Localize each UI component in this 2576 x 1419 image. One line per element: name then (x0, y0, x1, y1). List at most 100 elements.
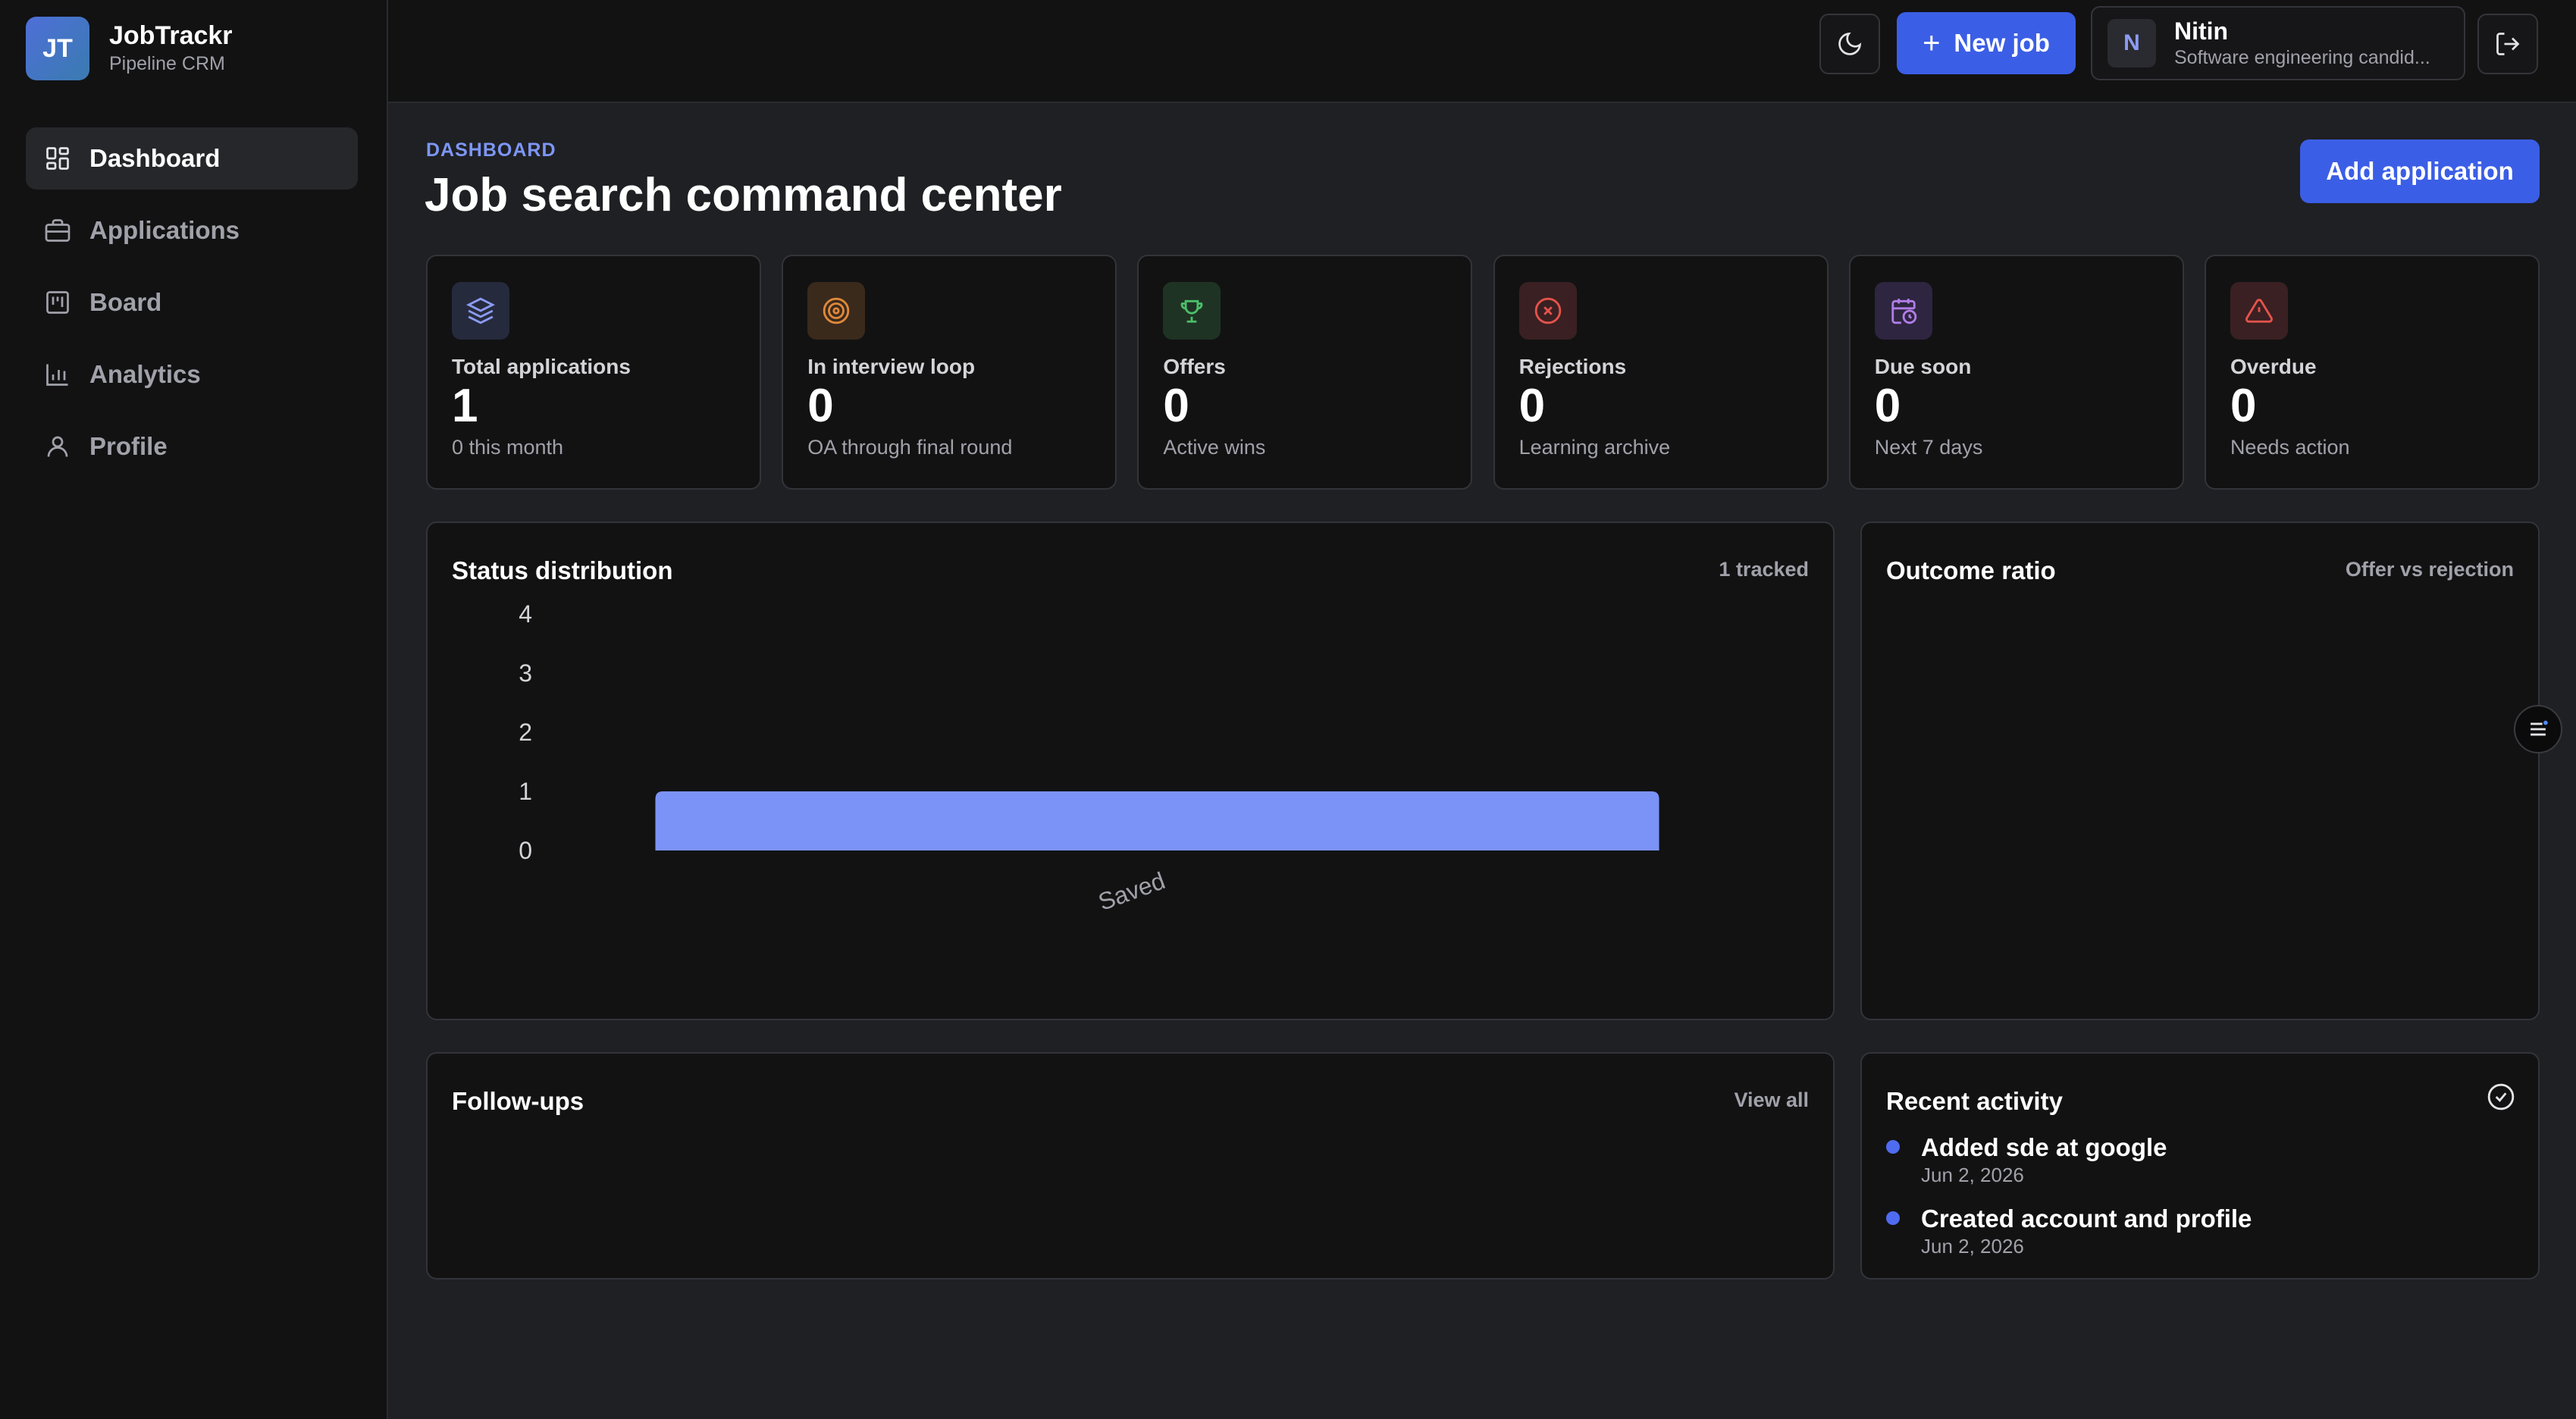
menu-icon (2531, 720, 2548, 736)
activity-date: Jun 2, 2026 (1921, 1164, 2024, 1186)
sidebar-item-board[interactable]: Board (26, 271, 358, 334)
stat-label: Rejections (1518, 355, 1627, 378)
panel-title: Follow-ups (452, 1087, 584, 1115)
y-tick-label: 0 (519, 837, 532, 864)
stat-sub: Active wins (1163, 436, 1266, 459)
stat-card-interview-loop[interactable]: In interview loop 0 OA through final rou… (782, 255, 1117, 490)
stat-value: 0 (1874, 380, 1901, 432)
sidebar-item-applications[interactable]: Applications (26, 199, 358, 262)
stat-value: 0 (807, 380, 834, 432)
stat-label: Due soon (1874, 355, 1972, 378)
stat-card-rejections[interactable]: Rejections 0 Learning archive (1493, 255, 1829, 490)
panel-meta: Offer vs rejection (2345, 558, 2514, 581)
bar-saved[interactable] (655, 791, 1659, 850)
recent-activity-panel: Recent activity Added sde at google Jun … (1860, 1052, 2540, 1280)
plus-icon: + (1923, 27, 1941, 60)
stat-card-overdue[interactable]: Overdue 0 Needs action (2204, 255, 2540, 490)
stat-icon-box (1874, 282, 1932, 340)
kanban-icon (46, 291, 69, 314)
bar-chart-icon (46, 364, 68, 386)
activity-dot (1886, 1211, 1900, 1225)
page-title: Job search command center (425, 169, 1062, 221)
y-tick-label: 1 (519, 778, 532, 805)
layers-icon (466, 297, 495, 324)
floating-menu-button[interactable] (2514, 705, 2562, 753)
activity-text: Created account and profile (1921, 1204, 2252, 1233)
user-text: Nitin Software engineering candid... (2174, 17, 2447, 70)
stat-value: 0 (2230, 380, 2257, 432)
stat-card-offers[interactable]: Offers 0 Active wins (1137, 255, 1473, 490)
sidebar-item-analytics[interactable]: Analytics (26, 343, 358, 406)
stat-label: Offers (1163, 355, 1226, 378)
view-all-link[interactable]: View all (1734, 1089, 1809, 1112)
logout-button[interactable] (2477, 14, 2538, 74)
brand-name: JobTrackr (109, 21, 233, 50)
stat-sub: Learning archive (1518, 436, 1671, 459)
stat-icon-box (807, 282, 866, 340)
sidebar: JT JobTrackr Pipeline CRM Dashboard Appl… (0, 0, 388, 1419)
follow-ups-panel: Follow-ups View all (426, 1052, 1835, 1280)
moon-icon (1838, 32, 1862, 55)
y-tick-label: 4 (519, 600, 532, 628)
stat-sub: 0 this month (452, 436, 564, 459)
sidebar-item-profile[interactable]: Profile (26, 415, 358, 478)
brand[interactable]: JT JobTrackr Pipeline CRM (26, 17, 233, 80)
avatar: N (2107, 19, 2156, 67)
user-icon (47, 436, 68, 457)
stat-sub: Needs action (2230, 436, 2350, 459)
stat-icon-box (1518, 282, 1577, 340)
stat-card-total-applications[interactable]: Total applications 1 0 this month (426, 255, 761, 490)
sidebar-item-label: Board (89, 288, 162, 316)
sidebar-nav: Dashboard Applications Board Analytics P… (26, 127, 358, 487)
sidebar-item-label: Dashboard (89, 144, 221, 172)
status-chart: 0 1 2 3 4 Saved (519, 600, 1659, 916)
user-role: Software engineering candid... (2174, 47, 2430, 68)
stat-label: Overdue (2230, 355, 2317, 378)
check-circle-icon (2487, 1083, 2515, 1110)
user-menu[interactable]: N Nitin Software engineering candid... (2091, 6, 2465, 80)
topbar: + New job N Nitin Software engineering c… (388, 0, 2576, 103)
stat-value: 1 (452, 380, 478, 432)
brand-text: JobTrackr Pipeline CRM (109, 20, 233, 77)
stat-icon-box (2230, 282, 2288, 340)
stat-icon-box (452, 282, 509, 340)
brand-subtitle: Pipeline CRM (109, 53, 225, 74)
outcome-ratio-panel: Outcome ratio Offer vs rejection (1860, 522, 2540, 1020)
user-name: Nitin (2174, 17, 2229, 45)
x-category-label: Saved (1095, 866, 1169, 916)
theme-toggle-button[interactable] (1819, 14, 1880, 74)
sidebar-item-dashboard[interactable]: Dashboard (26, 127, 358, 190)
stat-sub: OA through final round (807, 436, 1013, 459)
stat-label: Total applications (452, 355, 631, 378)
alert-triangle-icon (2245, 299, 2273, 323)
status-distribution-panel: Status distribution 1 tracked 0 1 2 3 4 Saved (426, 522, 1835, 1020)
new-job-button[interactable]: + New job (1897, 12, 2076, 74)
list-item: Created account and profile Jun 2, 2026 (1886, 1204, 2252, 1258)
trophy-icon (1181, 299, 1203, 323)
panel-title: Outcome ratio (1886, 556, 2056, 584)
activity-list: Added sde at google Jun 2, 2026 Created … (1886, 1132, 2252, 1275)
briefcase-icon (45, 219, 71, 242)
sidebar-item-label: Applications (89, 216, 240, 244)
activity-date: Jun 2, 2026 (1921, 1235, 2024, 1258)
stat-sub: Next 7 days (1874, 436, 1983, 459)
target-icon (823, 297, 850, 324)
activity-dot (1886, 1140, 1900, 1154)
panel-title: Recent activity (1886, 1087, 2063, 1115)
y-tick-label: 2 (519, 719, 532, 746)
y-tick-label: 3 (519, 659, 532, 687)
add-application-button[interactable]: Add application (2300, 139, 2540, 203)
stat-cards: Total applications 1 0 this month In int… (426, 255, 2540, 490)
brand-logo: JT (26, 17, 89, 80)
stat-icon-box (1163, 282, 1221, 340)
new-job-label: New job (1954, 29, 2050, 57)
stat-label: In interview loop (807, 355, 976, 378)
page-eyebrow: DASHBOARD (426, 139, 556, 161)
sidebar-item-label: Profile (89, 432, 168, 460)
stat-card-due-soon[interactable]: Due soon 0 Next 7 days (1848, 255, 2184, 490)
logout-icon (2496, 33, 2520, 55)
sidebar-item-label: Analytics (89, 360, 201, 388)
stat-value: 0 (1163, 380, 1189, 432)
stat-value: 0 (1518, 380, 1546, 432)
grid-icon (46, 147, 69, 170)
